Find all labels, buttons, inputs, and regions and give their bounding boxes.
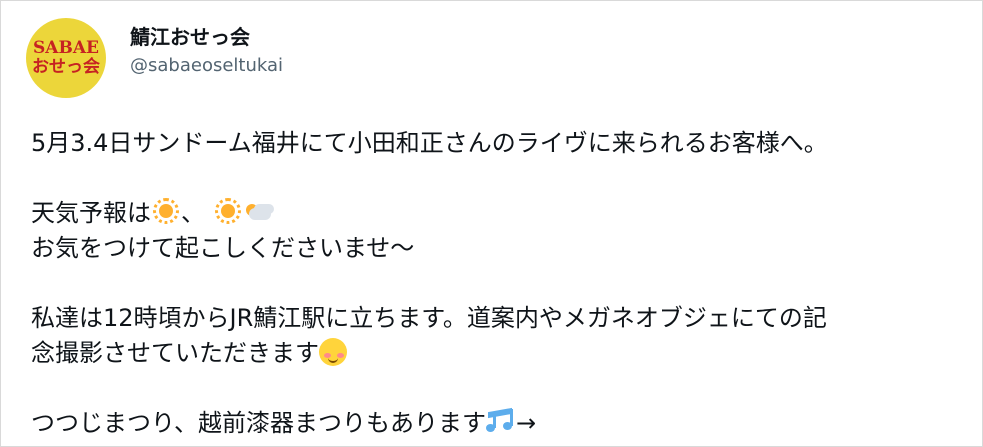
avatar[interactable]: SABAE おせっ会 xyxy=(26,18,106,98)
tweet-text-segment: つつじまつり、越前漆器まつりもあります xyxy=(31,409,487,437)
sun-behind-cloud-icon xyxy=(243,196,273,226)
smiling-face-icon xyxy=(319,338,347,366)
music-notes-icon xyxy=(486,406,516,436)
tweet-line-weather: 天気予報は 、 xyxy=(31,196,961,231)
display-name[interactable]: 鯖江おせっ会 xyxy=(130,24,283,50)
sun-icon xyxy=(151,196,181,226)
avatar-text-top: SABAE xyxy=(33,38,99,58)
tweet-text: 5月3.4日サンドーム福井にて小田和正さんのライヴに来られるお客様へ。 天気予報… xyxy=(31,126,961,441)
tweet-line: 5月3.4日サンドーム福井にて小田和正さんのライヴに来られるお客様へ。 xyxy=(31,129,828,157)
tweet-line: お気をつけて起こしくださいませ～ xyxy=(31,234,415,262)
sun-icon xyxy=(213,196,243,226)
tweet-text-segment: 天気予報は xyxy=(31,199,151,227)
avatar-text-bottom: おせっ会 xyxy=(32,57,100,77)
tweet-card: SABAE おせっ会 鯖江おせっ会 @sabaeoseltukai 5月3.4日… xyxy=(0,0,983,447)
account-handle[interactable]: @sabaeoseltukai xyxy=(130,54,283,78)
tweet-line-festival: つつじまつり、越前漆器まつりもあります → xyxy=(31,406,961,441)
tweet-line-photo: 念撮影させていただきます xyxy=(31,336,961,371)
tweet-line: 私達は12時頃からJR鯖江駅に立ちます。道案内やメガネオブジェにての記 xyxy=(31,304,827,332)
arrow-text: → xyxy=(516,409,537,437)
tweet-text-segment: 念撮影させていただきます xyxy=(31,339,319,367)
tweet-text-separator: 、 xyxy=(181,199,205,227)
author-names: 鯖江おせっ会 @sabaeoseltukai xyxy=(130,24,283,78)
